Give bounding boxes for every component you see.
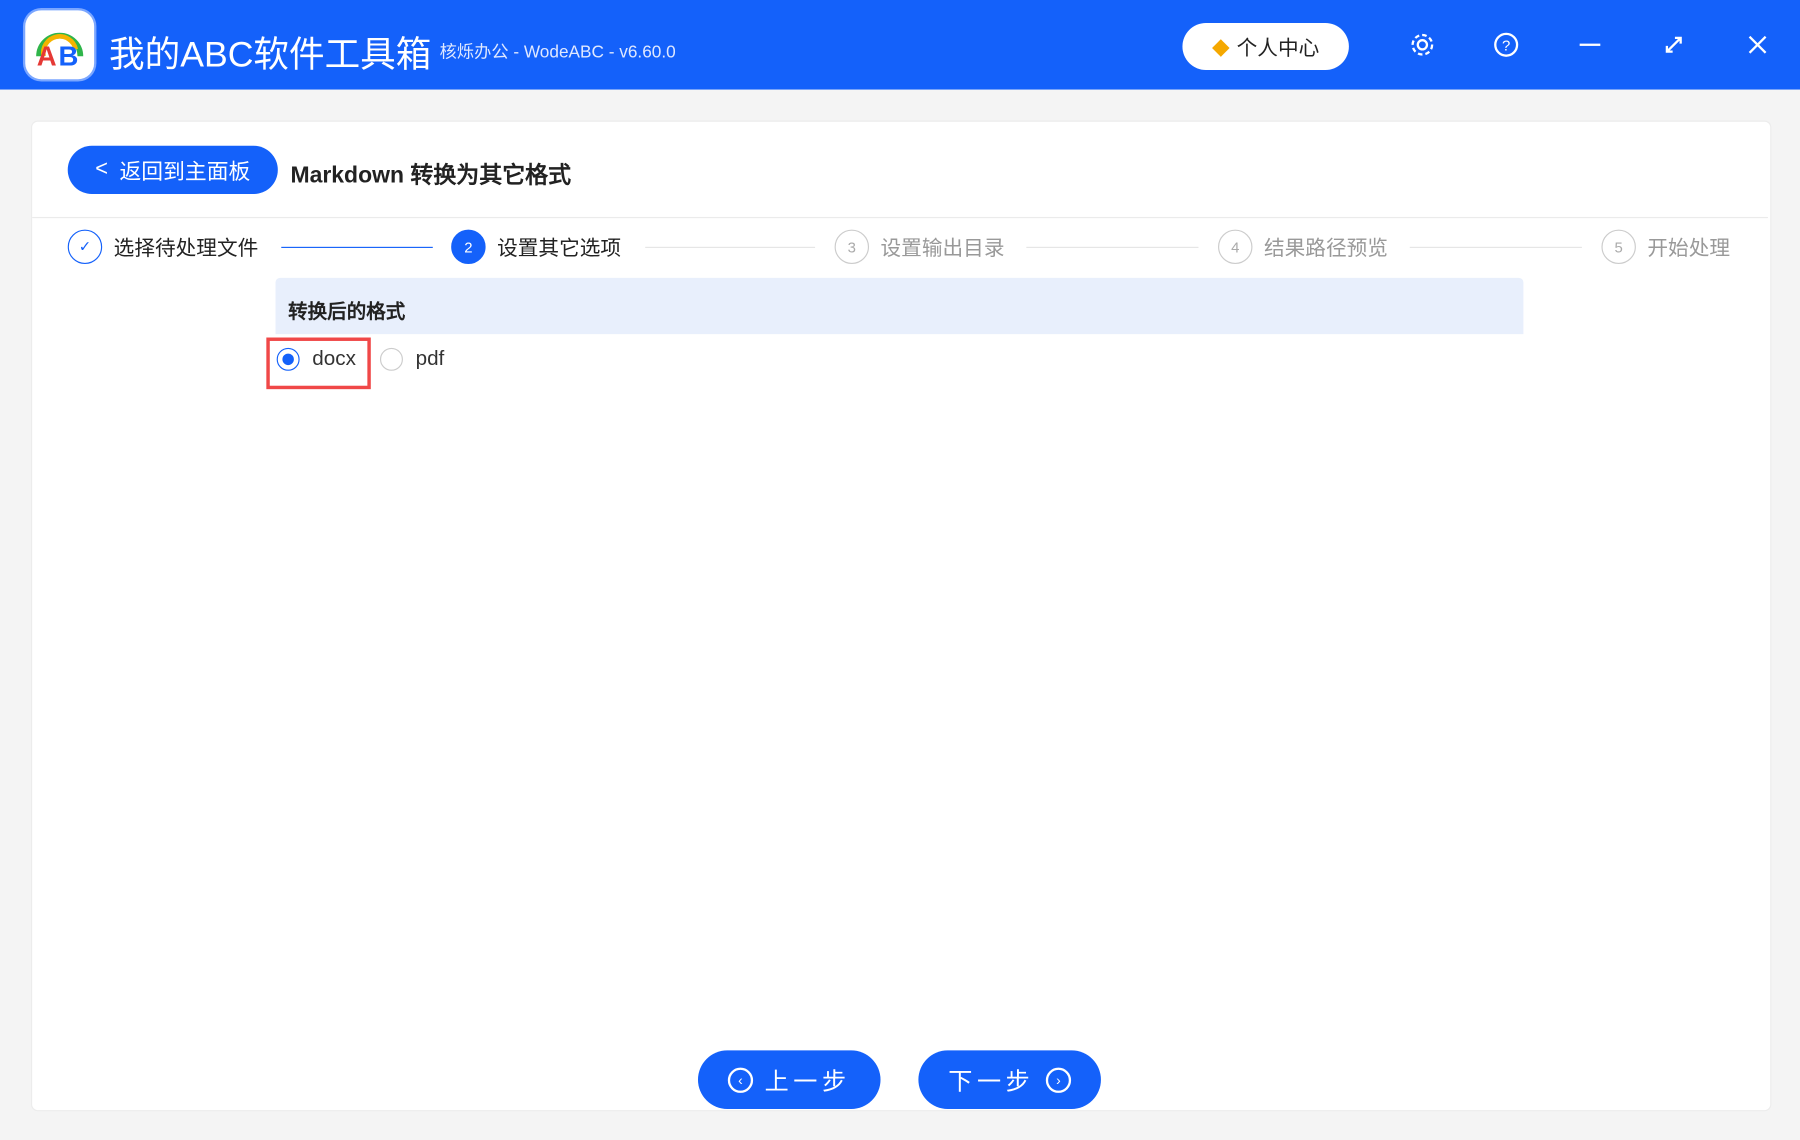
radio-checked-icon[interactable] <box>276 347 300 371</box>
step-number: 2 <box>451 229 486 265</box>
close-icon[interactable] <box>1738 25 1777 64</box>
step-connector <box>1409 246 1582 248</box>
step-number: 3 <box>834 229 870 265</box>
main-panel <box>30 120 1772 1112</box>
prev-label: 上一步 <box>764 1068 851 1095</box>
diamond-icon: ◆ <box>1212 34 1230 60</box>
step-connector <box>645 246 816 248</box>
app-title: 我的ABC软件工具箱 <box>109 34 432 75</box>
app-window: AB 我的ABC软件工具箱 核烁办公 - WodeABC - v6.60.0 ◆… <box>0 0 1800 1140</box>
minimize-icon[interactable] <box>1570 25 1609 64</box>
svg-text:?: ? <box>1502 38 1510 55</box>
app-logo: AB <box>25 10 95 80</box>
radio-pdf[interactable]: pdf <box>379 346 445 371</box>
user-center-button[interactable]: ◆ 个人中心 <box>1182 22 1349 71</box>
radio-label: pdf <box>415 346 445 370</box>
step-2: 2 设置其它选项 <box>451 229 622 265</box>
user-center-label: 个人中心 <box>1236 36 1320 60</box>
help-icon[interactable]: ? <box>1487 25 1526 64</box>
radio-label: docx <box>312 346 356 370</box>
step-number: 4 <box>1218 229 1253 265</box>
prev-step-button[interactable]: ‹ 上一步 <box>697 1050 881 1109</box>
section-title: 转换后的格式 <box>288 300 406 323</box>
step-label: 选择待处理文件 <box>113 236 259 260</box>
back-label: 返回到主面板 <box>119 160 251 185</box>
step-1: ✓ 选择待处理文件 <box>67 229 259 265</box>
check-icon: ✓ <box>67 229 103 265</box>
radio-unchecked-icon[interactable] <box>379 347 403 371</box>
chevron-left-icon: < <box>95 157 108 182</box>
next-label: 下一步 <box>948 1068 1035 1095</box>
svg-text:A: A <box>37 40 57 71</box>
step-connector <box>281 246 433 248</box>
step-label: 设置其它选项 <box>497 236 622 260</box>
step-3: 3 设置输出目录 <box>834 229 1005 265</box>
svg-text:B: B <box>59 40 79 71</box>
chevron-left-circle-icon: ‹ <box>727 1067 754 1093</box>
next-step-button[interactable]: 下一步 › <box>918 1050 1101 1109</box>
page-title: Markdown 转换为其它格式 <box>290 163 572 189</box>
app-subtitle: 核烁办公 - WodeABC - v6.60.0 <box>439 42 676 62</box>
divider <box>32 216 1768 219</box>
step-connector <box>1026 246 1199 248</box>
back-to-main-button[interactable]: < 返回到主面板 <box>67 145 278 195</box>
step-label: 开始处理 <box>1647 236 1731 260</box>
step-5: 5 开始处理 <box>1601 229 1731 265</box>
step-label: 设置输出目录 <box>880 236 1005 260</box>
maximize-icon[interactable] <box>1654 25 1693 64</box>
section-header: 转换后的格式 <box>275 277 1524 335</box>
chevron-right-circle-icon: › <box>1045 1067 1072 1093</box>
radio-docx[interactable]: docx <box>276 346 356 371</box>
step-number: 5 <box>1601 229 1636 265</box>
step-label: 结果路径预览 <box>1263 236 1388 260</box>
settings-icon[interactable] <box>1403 25 1442 64</box>
step-4: 4 结果路径预览 <box>1218 229 1388 265</box>
